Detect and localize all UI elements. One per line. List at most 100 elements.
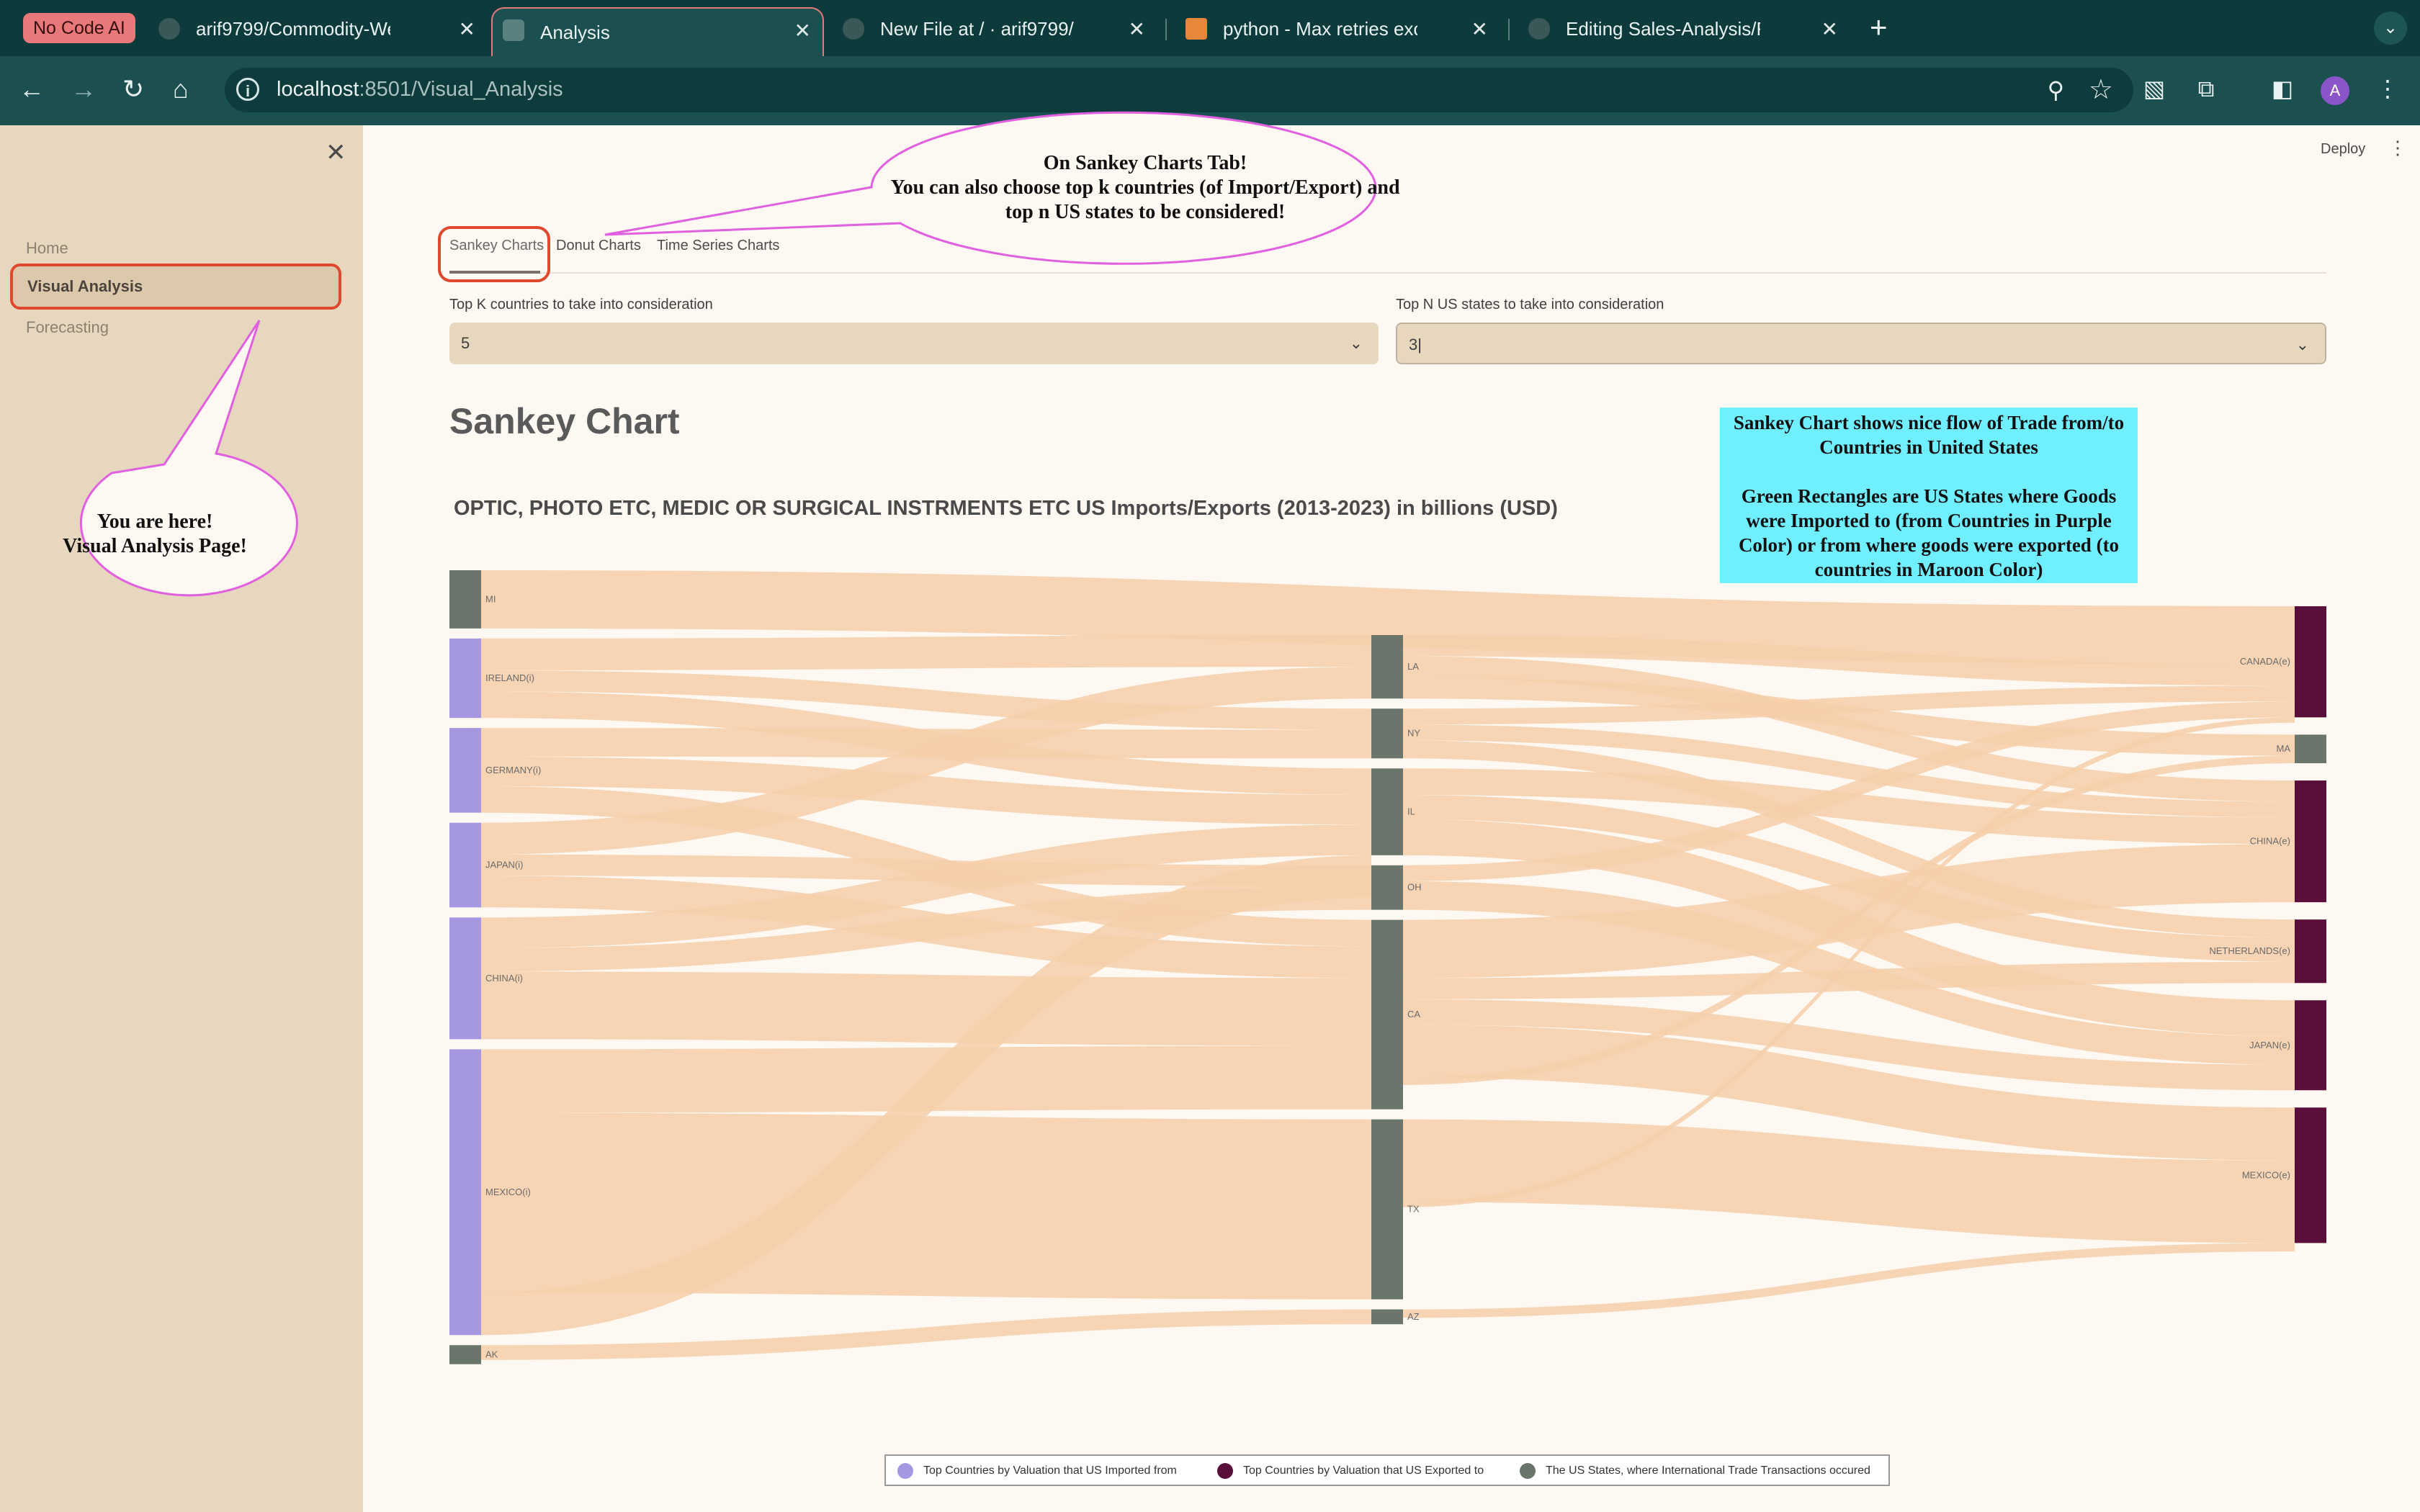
browser-tab-title: Analysis (540, 21, 610, 43)
sankey-node-label: NETHERLANDS(e) (2209, 945, 2290, 956)
tab-search-icon[interactable]: ⌄ (2374, 12, 2407, 45)
sankey-node[interactable] (449, 570, 481, 629)
close-icon[interactable]: ✕ (1471, 17, 1488, 41)
sankey-link[interactable] (481, 635, 1371, 670)
github-icon (843, 18, 864, 40)
legend-item-state[interactable]: The US States, where International Trade… (1520, 1463, 1870, 1479)
home-icon[interactable]: ⌂ (173, 75, 189, 104)
side-panel-icon[interactable]: ◧ (2269, 75, 2296, 102)
sidebar-item-visual-analysis[interactable]: Visual Analysis (10, 264, 341, 310)
reload-icon[interactable]: ↻ (122, 75, 144, 104)
sankey-node-label: TX (1407, 1204, 1420, 1215)
sankey-node[interactable] (1371, 708, 1403, 759)
forward-icon[interactable]: → (71, 75, 97, 104)
legend-label: Top Countries by Valuation that US Expor… (1243, 1464, 1484, 1477)
browser-tab-1[interactable]: arif9799/Commodity-Web-Ap ✕ (148, 7, 487, 50)
callout-line: On Sankey Charts Tab! (1043, 152, 1247, 174)
sankey-node-label: AK (485, 1349, 498, 1359)
close-icon[interactable]: ✕ (794, 19, 811, 42)
sankey-node[interactable] (2295, 734, 2326, 764)
sankey-node-label: JAPAN(i) (485, 860, 523, 870)
sankey-node[interactable] (1371, 1119, 1403, 1300)
legend-dot-icon (1217, 1463, 1233, 1479)
legend-dot-icon (1520, 1463, 1536, 1479)
chevron-down-icon: ⌄ (1349, 334, 1363, 352)
sankey-node[interactable] (2295, 1107, 2326, 1243)
sankey-node[interactable] (1371, 919, 1403, 1110)
section-title: Sankey Chart (449, 401, 680, 441)
stackoverflow-icon (1186, 18, 1207, 40)
browser-tab-5[interactable]: Editing Sales-Analysis/READM ✕ (1518, 7, 1850, 50)
top-n-select[interactable]: 3| ⌄ (1396, 323, 2326, 364)
sankey-node-label: MA (2277, 743, 2291, 754)
sankey-node[interactable] (2295, 919, 2326, 984)
browser-tab-4[interactable]: python - Max retries exceede ✕ (1175, 7, 1500, 50)
sankey-node-label: CHINA(i) (485, 973, 523, 984)
bookmark-star-icon[interactable]: ☆ (2089, 73, 2113, 106)
sankey-node[interactable] (2295, 606, 2326, 718)
extension-badge[interactable]: No Code AI (23, 13, 135, 43)
sidebar: ✕ Home Visual Analysis Forecasting (0, 125, 363, 1512)
sankey-node-label: GERMANY(i) (485, 765, 541, 775)
sidebar-item-home[interactable]: Home (26, 239, 68, 258)
chart-title: OPTIC, PHOTO ETC, MEDIC OR SURGICAL INST… (454, 497, 1558, 520)
sankey-node[interactable] (449, 822, 481, 908)
url-host: localhost (277, 78, 359, 101)
sankey-node[interactable] (449, 638, 481, 719)
sankey-node-label: AZ (1407, 1311, 1420, 1322)
sankey-node[interactable] (449, 917, 481, 1040)
close-icon[interactable]: ✕ (1821, 17, 1838, 41)
close-icon[interactable]: ✕ (1129, 17, 1145, 41)
extension-icon[interactable]: ▧ (2141, 75, 2168, 102)
callout-line: top n US states to be considered! (1005, 201, 1286, 223)
sankey-node[interactable] (449, 1345, 481, 1364)
sankey-node[interactable] (449, 1049, 481, 1336)
sankey-node[interactable] (2295, 1000, 2326, 1091)
legend-item-import[interactable]: Top Countries by Valuation that US Impor… (897, 1463, 1177, 1479)
sankey-node-label: CA (1407, 1009, 1420, 1020)
deploy-button[interactable]: Deploy (2321, 141, 2365, 158)
tab-highlight-annotation (438, 226, 550, 282)
sidebar-item-forecasting[interactable]: Forecasting (26, 318, 109, 337)
browser-tab-2[interactable]: Analysis ✕ (491, 7, 824, 56)
sidebar-callout-text: You are here! Visual Analysis Page! (43, 510, 266, 559)
sankey-node-label: IL (1407, 806, 1415, 817)
sankey-node[interactable] (2295, 780, 2326, 903)
address-bar[interactable]: i localhost:8501/Visual_Analysis ⚲ ☆ (225, 68, 2133, 112)
close-sidebar-icon[interactable]: ✕ (326, 138, 346, 167)
sankey-link[interactable] (481, 1112, 1371, 1300)
url-text[interactable]: localhost:8501/Visual_Analysis (277, 78, 563, 102)
sankey-node[interactable] (1371, 768, 1403, 855)
sankey-node[interactable] (1371, 1309, 1403, 1325)
info-text-1: Sankey Chart shows nice flow of Trade fr… (1733, 412, 2125, 458)
tab-donut-charts[interactable]: Donut Charts (556, 238, 641, 254)
main-menu-icon[interactable]: ⋮ (2388, 137, 2407, 159)
kebab-menu-icon[interactable]: ⋮ (2374, 75, 2401, 102)
sankey-node[interactable] (1371, 865, 1403, 910)
top-k-label: Top K countries to take into considerati… (449, 297, 713, 312)
sankey-node-label: JAPAN(e) (2249, 1040, 2290, 1050)
browser-toolbar: ← → ↻ ⌂ i localhost:8501/Visual_Analysis… (0, 56, 2420, 125)
sankey-node-label: MEXICO(i) (485, 1187, 531, 1197)
close-icon[interactable]: ✕ (459, 17, 475, 41)
browser-tab-3[interactable]: New File at / · arif9799/Comm ✕ (833, 7, 1157, 50)
tabs-callout-text: On Sankey Charts Tab! You can also choos… (864, 151, 1426, 225)
zoom-icon[interactable]: ⚲ (2048, 76, 2064, 104)
new-tab-icon[interactable]: + (1870, 10, 1888, 45)
legend-label: Top Countries by Valuation that US Impor… (923, 1464, 1177, 1477)
sankey-link[interactable] (1403, 1243, 2295, 1318)
sankey-node[interactable] (449, 728, 481, 813)
top-k-select[interactable]: 5 ⌄ (449, 323, 1379, 364)
sankey-node-label: LA (1407, 661, 1419, 672)
sankey-node[interactable] (1371, 635, 1403, 699)
legend-item-export[interactable]: Top Countries by Valuation that US Expor… (1217, 1463, 1484, 1479)
profile-avatar[interactable]: A (2321, 76, 2349, 105)
site-info-icon[interactable]: i (236, 78, 259, 101)
puzzle-extensions-icon[interactable]: ⧉ (2192, 75, 2220, 102)
tab-time-series-charts[interactable]: Time Series Charts (657, 238, 779, 254)
legend-dot-icon (897, 1463, 913, 1479)
browser-tab-strip: No Code AI arif9799/Commodity-Web-Ap ✕ A… (0, 0, 2420, 56)
sankey-node-label: CHINA(e) (2250, 836, 2290, 847)
sankey-link[interactable] (481, 971, 1371, 1046)
back-icon[interactable]: ← (19, 75, 45, 104)
